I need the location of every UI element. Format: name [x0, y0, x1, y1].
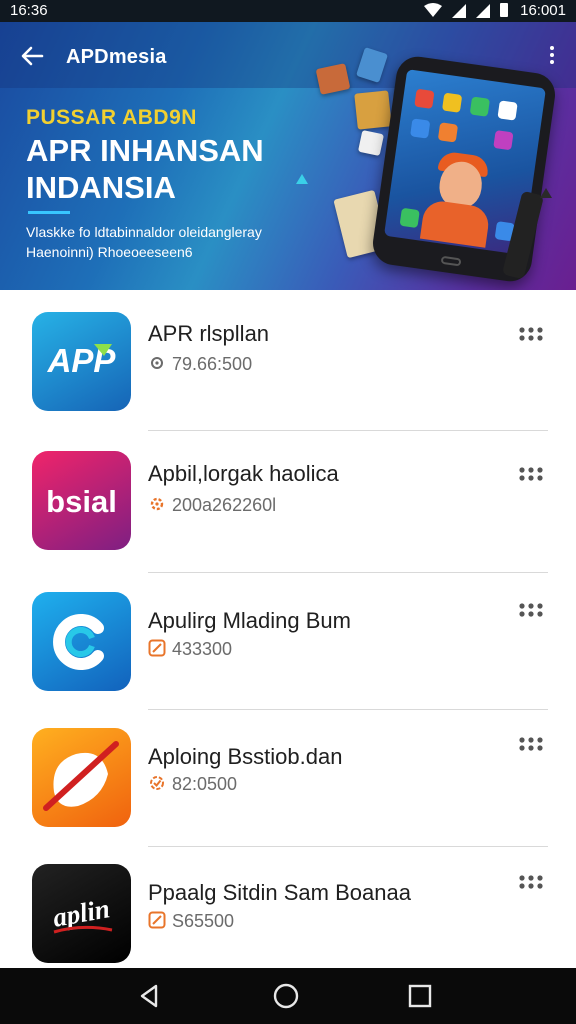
circle-home-icon[interactable] — [272, 982, 300, 1010]
dots-menu-icon[interactable] — [518, 602, 544, 618]
more-vert-icon[interactable] — [548, 46, 556, 68]
edit-icon — [148, 911, 166, 929]
signal-icon — [452, 4, 466, 18]
arrow-left-icon[interactable] — [18, 42, 46, 70]
dots-menu-icon[interactable] — [518, 874, 544, 890]
app-meta-value: S65500 — [172, 911, 235, 931]
floating-photo-card — [357, 129, 385, 157]
decorative-shard — [296, 174, 308, 184]
banner-title: APR INHANSAN INDANSIA — [26, 133, 264, 205]
dots-menu-icon[interactable] — [518, 326, 544, 342]
wifi-icon — [424, 3, 442, 17]
banner-divider — [28, 211, 70, 214]
app-meta-value: 79.66:500 — [172, 354, 253, 374]
floating-photo-card — [315, 63, 351, 95]
gear-icon — [151, 357, 163, 369]
status-time-right: 16:001 — [520, 2, 566, 19]
app-meta-value: 82:0500 — [172, 774, 238, 794]
app-title: APDmesia — [66, 46, 167, 68]
app-icon: aplin — [32, 864, 131, 963]
app-meta: 200a262260l — [148, 495, 276, 516]
app-title: Aploing Bsstiob.dan — [148, 744, 343, 769]
app-meta: 433300 — [148, 639, 232, 660]
app-meta-value: 433300 — [172, 639, 233, 659]
edit-icon — [148, 639, 166, 657]
app-title: APR rlspllan — [148, 321, 270, 346]
list-item[interactable]: aplin Ppaalg Sitdin Sam Boanaa S65500 — [0, 846, 576, 986]
floating-photo-card — [354, 90, 392, 130]
badge-icon — [150, 776, 164, 790]
banner-kicker: PUSSAR ABD9N — [26, 106, 197, 129]
status-time-left: 16:36 — [10, 2, 48, 19]
app-meta: 82:0500 — [148, 774, 237, 795]
list-item[interactable]: Aploing Bsstiob.dan 82:0500 — [0, 710, 576, 850]
app-icon: C — [32, 592, 131, 691]
square-recents-icon[interactable] — [406, 982, 434, 1010]
app-meta-value: 200a262260l — [172, 495, 277, 515]
app-title: Apulirg Mlading Bum — [148, 608, 351, 633]
app-icon — [32, 728, 131, 827]
list-item[interactable]: APP APR rlspllan 79.66:500 — [0, 290, 576, 431]
app-icon-label: bsial — [46, 484, 117, 519]
app-list: APP APR rlspllan 79.66:500 bsial Apbil,l… — [0, 290, 576, 968]
app-title: Ppaalg Sitdin Sam Boanaa — [148, 880, 411, 905]
app-title: Apbil,lorgak haolica — [148, 461, 339, 486]
decorative-shard — [540, 188, 552, 198]
list-item[interactable]: C Apulirg Mlading Bum 433300 — [0, 574, 576, 714]
dots-menu-icon[interactable] — [518, 466, 544, 482]
app-icon: APP — [32, 312, 131, 411]
divider — [148, 430, 548, 431]
app-meta: S65500 — [148, 911, 234, 932]
signal-icon-2 — [476, 4, 490, 18]
dots-menu-icon[interactable] — [518, 736, 544, 752]
triangle-back-icon[interactable] — [136, 982, 164, 1010]
banner: APDmesia PUSSAR ABD9N APR INHANSAN INDAN… — [0, 22, 576, 290]
app-icon: bsial — [32, 451, 131, 550]
status-bar: 16:36 16:001 — [0, 0, 576, 22]
navigation-bar — [0, 968, 576, 1024]
app-meta: 79.66:500 — [148, 354, 252, 375]
banner-subtitle: Vlaskke fo ldtabinnaldor oleidangleray H… — [26, 224, 262, 260]
gear-icon — [150, 497, 164, 511]
divider — [148, 572, 548, 573]
battery-icon — [500, 3, 508, 17]
list-item[interactable]: bsial Apbil,lorgak haolica 200a262260l — [0, 432, 576, 573]
